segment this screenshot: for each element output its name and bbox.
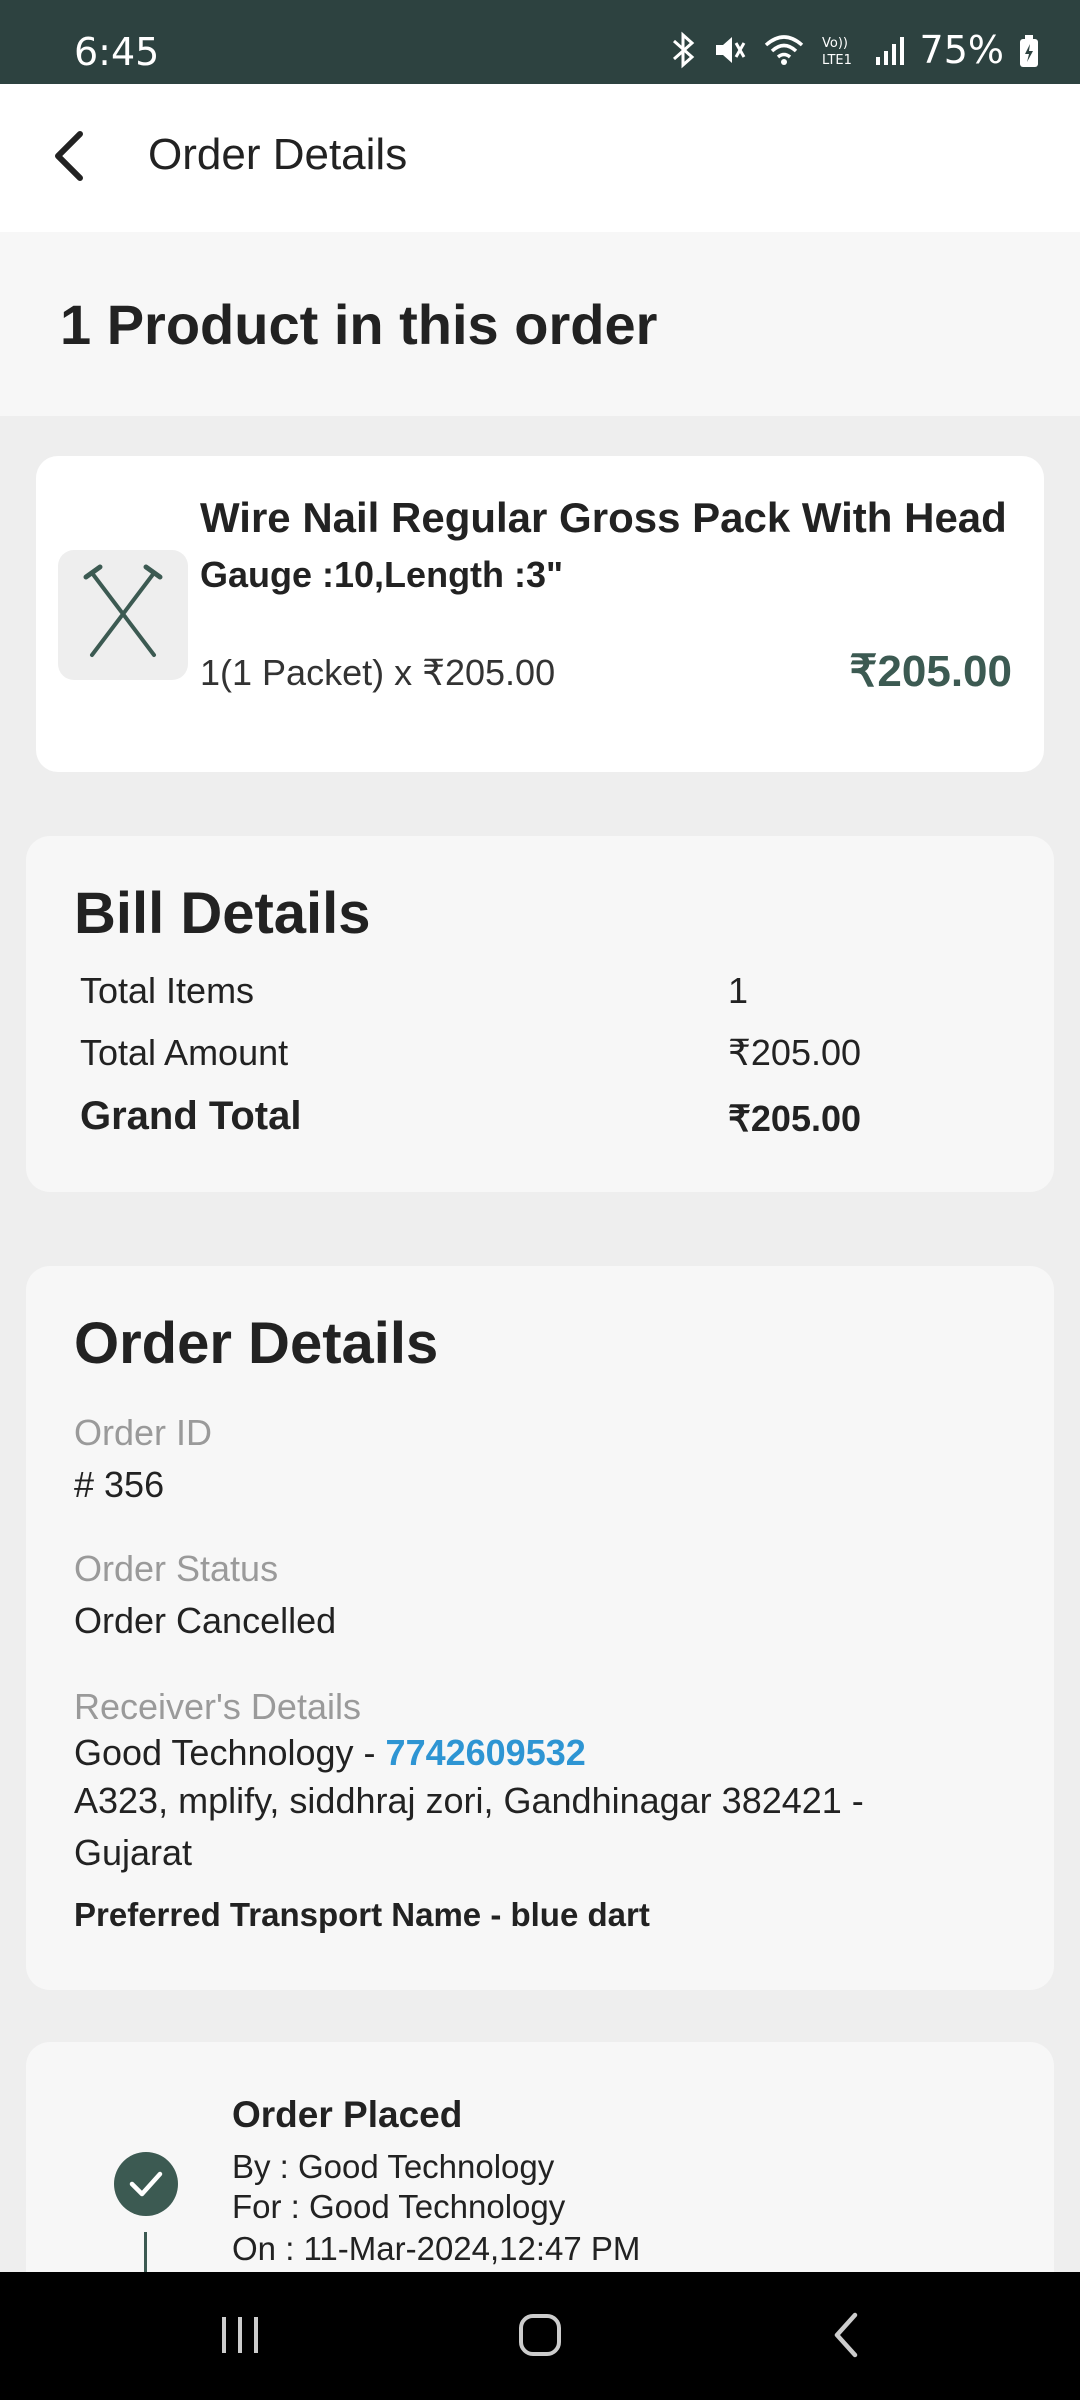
- status-time: 6:45: [74, 30, 160, 74]
- timeline-by: By : Good Technology: [232, 2148, 555, 2185]
- receiver-address-line1: A323, mplify, siddhraj zori, Gandhinagar…: [74, 1780, 864, 1821]
- product-count-section: 1 Product in this order: [0, 232, 1080, 416]
- receiver-details-label: Receiver's Details: [74, 1686, 361, 1727]
- check-circle-icon: [114, 2152, 178, 2216]
- back-icon: [829, 2311, 863, 2364]
- system-nav-bar: [0, 2272, 1080, 2400]
- recent-apps-icon: [218, 2315, 262, 2360]
- order-id-value: # 356: [74, 1464, 165, 1505]
- bill-details-heading: Bill Details: [74, 881, 371, 946]
- bluetooth-icon: [668, 31, 698, 69]
- app-bar: Order Details: [0, 84, 1080, 232]
- nail-icon: [78, 563, 168, 668]
- bill-value: ₹205.00: [728, 1098, 862, 1139]
- product-variant: Gauge :10,Length :3": [200, 554, 564, 595]
- receiver-address-line2: Gujarat: [74, 1832, 193, 1873]
- order-status-label: Order Status: [74, 1548, 279, 1589]
- product-count-text: 1 Product in this order: [60, 293, 658, 356]
- bill-label: Grand Total: [80, 1094, 302, 1138]
- lte-icon: Vo)) LTE1: [820, 31, 860, 69]
- wifi-icon: [762, 31, 806, 69]
- back-button[interactable]: [34, 122, 106, 194]
- bill-label: Total Items: [80, 970, 255, 1011]
- order-status-value: Order Cancelled: [74, 1600, 337, 1641]
- product-name: Wire Nail Regular Gross Pack With Head: [200, 494, 1007, 541]
- home-icon: [517, 2312, 563, 2363]
- order-details-heading: Order Details: [74, 1311, 439, 1376]
- timeline-on: On : 11-Mar-2024,12:47 PM: [232, 2230, 641, 2267]
- home-button[interactable]: [490, 2302, 590, 2372]
- recent-apps-button[interactable]: [190, 2302, 290, 2372]
- svg-text:LTE1: LTE1: [822, 53, 852, 68]
- timeline-title: Order Placed: [232, 2094, 463, 2135]
- order-id-label: Order ID: [74, 1412, 213, 1453]
- system-back-button[interactable]: [796, 2302, 896, 2372]
- product-quantity: 1(1 Packet) x ₹205.00: [200, 652, 556, 693]
- product-image: [58, 550, 188, 680]
- bill-value: 1: [728, 970, 749, 1011]
- signal-icon: [874, 31, 906, 69]
- timeline-for: For : Good Technology: [232, 2188, 566, 2225]
- status-icons: Vo)) LTE1 75%: [668, 28, 1040, 72]
- arrow-back-icon: [50, 130, 90, 187]
- bill-label: Total Amount: [80, 1032, 289, 1073]
- product-card[interactable]: Wire Nail Regular Gross Pack With Head G…: [36, 456, 1044, 772]
- preferred-transport: Preferred Transport Name - blue dart: [74, 1896, 650, 1933]
- order-details-card: Order Details Order ID # 356 Order Statu…: [26, 1266, 1054, 1990]
- product-price: ₹205.00: [849, 647, 1012, 696]
- receiver-name: Good Technology -: [74, 1732, 386, 1773]
- bill-details-card: Bill Details Total Items 1 Total Amount …: [26, 836, 1054, 1192]
- svg-text:Vo)): Vo)): [822, 36, 848, 51]
- receiver-contact: Good Technology - 7742609532: [74, 1732, 586, 1774]
- mute-icon: [712, 31, 748, 69]
- battery-icon: [1018, 31, 1040, 69]
- receiver-phone-link[interactable]: 7742609532: [386, 1732, 586, 1773]
- battery-percent: 75%: [919, 28, 1004, 72]
- bill-value: ₹205.00: [728, 1032, 862, 1073]
- page-title: Order Details: [148, 130, 408, 179]
- status-bar: 6:45 Vo)) LTE1 75%: [0, 0, 1080, 84]
